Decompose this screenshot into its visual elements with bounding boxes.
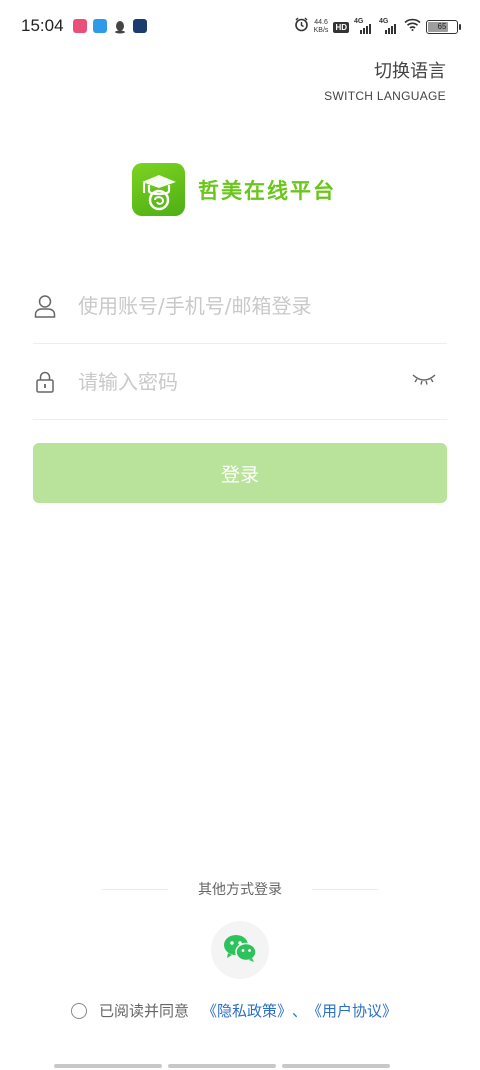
agreement-checkbox[interactable] <box>71 1002 87 1019</box>
network-type-label: 4G <box>354 18 364 25</box>
account-field <box>33 268 447 344</box>
battery-level: 65 <box>437 22 447 31</box>
privacy-policy-link[interactable]: 《隐私政策》 <box>202 1000 292 1021</box>
user-agreement-link[interactable]: 《用户协议》 <box>307 1000 397 1021</box>
brand-logo: 哲美在线平台 <box>132 163 336 216</box>
account-input[interactable] <box>78 293 398 318</box>
switch-language-label: 切换语言 <box>374 61 446 82</box>
nav-gesture-bar[interactable] <box>54 1064 162 1068</box>
network-type-label: 4G <box>379 18 389 25</box>
divider-line <box>312 888 378 890</box>
signal-icon: 4G <box>354 18 374 34</box>
eye-closed-icon[interactable] <box>411 371 437 387</box>
login-button[interactable]: 登录 <box>33 443 447 503</box>
agreement-separator: 、 <box>292 1002 308 1020</box>
switch-language-button[interactable]: 切换语言 SWITCH LANGUAGE <box>324 57 446 103</box>
status-bar: 15:04 44.6 KB/s HD 4G 4G 65 <box>0 0 480 54</box>
status-indicators: 44.6 KB/s HD 4G 4G 65 <box>294 17 461 37</box>
battery-icon: 65 <box>426 20 461 34</box>
agreement-text: 已阅读并同意 <box>99 1002 190 1020</box>
password-input[interactable] <box>78 369 398 394</box>
notification-icons <box>73 19 147 34</box>
password-field <box>33 344 447 420</box>
network-speed: 44.6 KB/s <box>314 19 329 35</box>
app-notification-icon <box>133 19 147 33</box>
app-notification-icon <box>93 19 107 33</box>
network-speed-unit: KB/s <box>313 27 329 34</box>
qq-icon <box>113 19 127 34</box>
app-logo-icon <box>132 163 185 216</box>
hd-badge: HD <box>333 21 349 33</box>
status-time: 15:04 <box>21 16 64 35</box>
app-notification-icon <box>73 19 87 33</box>
user-icon <box>33 294 57 318</box>
network-speed-value: 44.6 <box>314 19 328 26</box>
agreement-row: 已阅读并同意 《隐私政策》 、 《用户协议》 <box>71 1000 397 1021</box>
signal-icon: 4G <box>379 18 399 34</box>
divider-line <box>102 888 168 890</box>
lock-icon <box>33 370 57 394</box>
alarm-icon <box>294 17 309 37</box>
other-login-label: 其他方式登录 <box>198 882 282 898</box>
brand-name: 哲美在线平台 <box>198 178 336 203</box>
wechat-login-button[interactable] <box>211 921 269 979</box>
wechat-icon <box>223 934 257 966</box>
nav-gesture-bar[interactable] <box>282 1064 390 1068</box>
switch-language-subtitle: SWITCH LANGUAGE <box>324 89 446 103</box>
navigation-bar <box>54 1064 390 1068</box>
other-login-divider: 其他方式登录 <box>0 878 480 900</box>
nav-gesture-bar[interactable] <box>168 1064 276 1068</box>
wifi-icon <box>404 18 421 36</box>
